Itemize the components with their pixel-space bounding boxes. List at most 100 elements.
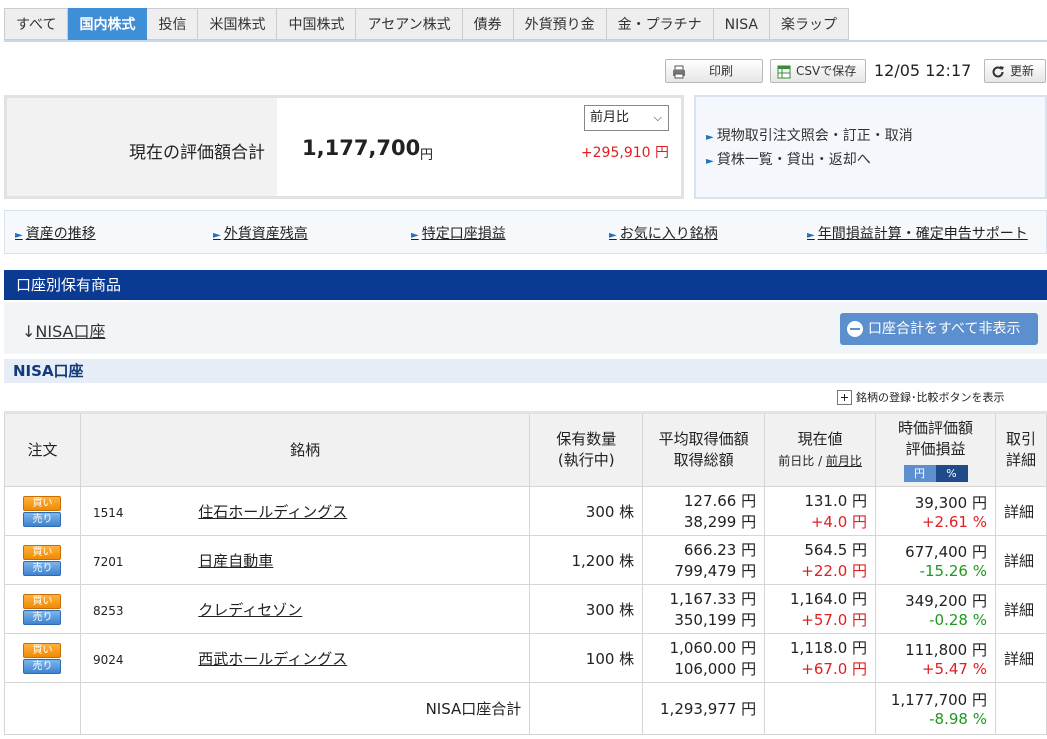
holdings-table: 注文 銘柄 保有数量 (執行中) 平均取得価額 取得総額 現在値 前日比 / 前月比… — [4, 411, 1047, 735]
unit-toggle: 円% — [903, 462, 968, 483]
order-buttons: 買い 売り — [4, 584, 81, 634]
valuation-cell: 349,200 円 -0.28 % — [875, 584, 996, 634]
total-valuation-value: 1,177,700 — [302, 136, 421, 160]
table-row: 買い 売り 9024 西武ホールディングス 100 株 1,060.00 円 10… — [4, 633, 1047, 683]
col-quantity: 保有数量 (執行中) — [529, 412, 644, 487]
stock-cell: 7201 日産自動車 — [79, 535, 531, 585]
current-price-cell: 131.0 円 +4.0 円 — [764, 486, 877, 536]
detail-link[interactable]: 詳細 — [994, 535, 1047, 585]
toggle-percent[interactable]: % — [935, 464, 968, 482]
order-buttons: 買い 売り — [4, 486, 81, 536]
table-row: 買い 売り 8253 クレディセゾン 300 株 1,167.33 円 350,1… — [4, 584, 1047, 634]
sell-button[interactable]: 売り — [23, 560, 62, 576]
tab-rakuwrap[interactable]: 楽ラップ — [769, 8, 849, 40]
stock-lending-link[interactable]: ► 貸株一覧・貸出・返却へ — [706, 149, 1045, 173]
day-change-label: 前日比 — [778, 453, 815, 468]
arrow-right-icon: ► — [807, 230, 815, 241]
stock-name-link[interactable]: 日産自動車 — [198, 552, 273, 570]
favorite-stocks-link[interactable]: ► お気に入り銘柄 — [609, 223, 718, 243]
valuation-cell: 677,400 円 -15.26 % — [875, 535, 996, 585]
tab-all[interactable]: すべて — [4, 8, 69, 40]
order-buttons: 買い 売り — [4, 535, 81, 585]
avg-price-cell: 666.23 円 799,479 円 — [642, 535, 766, 585]
order-inquiry-link[interactable]: ► 現物取引注文照会・訂正・取消 — [706, 125, 1045, 149]
col-name: 銘柄 — [79, 412, 531, 487]
tab-gold-platinum[interactable]: 金・プラチナ — [606, 8, 714, 40]
sell-button[interactable]: 売り — [23, 658, 62, 674]
buy-button[interactable]: 買い — [23, 544, 62, 560]
toggle-yen[interactable]: 円 — [903, 464, 936, 482]
tab-nisa[interactable]: NISA — [713, 8, 770, 40]
tab-asean-stocks[interactable]: アセアン株式 — [356, 8, 463, 40]
comparison-period-select[interactable]: 前月比 ⌵ — [584, 105, 669, 131]
tab-funds[interactable]: 投信 — [147, 8, 199, 40]
asset-history-link[interactable]: ► 資産の推移 — [15, 223, 96, 243]
holding-quantity: 300 株 — [529, 486, 644, 536]
tab-us-stocks[interactable]: 米国株式 — [198, 8, 278, 40]
section-title: 口座別保有商品 — [4, 270, 1047, 300]
refresh-icon — [991, 64, 1005, 78]
comparison-period-value: 前月比 — [590, 110, 630, 125]
refresh-button[interactable]: 更新 — [984, 59, 1046, 83]
valuation-cell: 39,300 円 +2.61 % — [875, 486, 996, 536]
detail-link[interactable]: 詳細 — [994, 584, 1047, 634]
csv-save-button[interactable]: CSVで保存 — [770, 59, 866, 83]
arrow-right-icon: ► — [411, 230, 419, 241]
avg-price-cell: 127.66 円 38,299 円 — [642, 486, 766, 536]
valuation-diff: +295,910 円 — [580, 145, 669, 161]
col-order: 注文 — [4, 412, 81, 487]
holding-quantity: 1,200 株 — [529, 535, 644, 585]
nisa-account-link[interactable]: ↓NISA口座 — [22, 318, 106, 342]
foreign-asset-balance-link[interactable]: ► 外貨資産残高 — [213, 223, 308, 243]
tax-return-support-link[interactable]: ► 年間損益計算・確定申告サポート — [807, 223, 1028, 243]
sell-button[interactable]: 売り — [23, 511, 62, 527]
buy-button[interactable]: 買い — [23, 593, 62, 609]
stock-name-link[interactable]: 西武ホールディングス — [198, 650, 347, 668]
buy-button[interactable]: 買い — [23, 495, 62, 511]
updated-timestamp: 12/05 12:17 — [874, 61, 972, 80]
hide-all-account-totals-button[interactable]: 口座合計をすべて非表示 — [840, 313, 1038, 345]
valuation-cell: 111,800 円 +5.47 % — [875, 633, 996, 683]
csv-save-label: CSVで保存 — [796, 64, 857, 78]
chevron-down-icon: ⌵ — [653, 111, 662, 124]
tab-bonds[interactable]: 債券 — [462, 8, 514, 40]
table-row: 買い 売り 7201 日産自動車 1,200 株 666.23 円 799,479… — [4, 535, 1047, 585]
buy-button[interactable]: 買い — [23, 642, 62, 658]
tab-china-stocks[interactable]: 中国株式 — [277, 8, 357, 40]
col-current-price: 現在値 前日比 / 前月比 — [764, 412, 877, 487]
holding-quantity: 300 株 — [529, 584, 644, 634]
avg-price-cell: 1,060.00 円 106,000 円 — [642, 633, 766, 683]
current-price-cell: 1,164.0 円 +57.0 円 — [764, 584, 877, 634]
arrow-right-icon: ► — [15, 230, 23, 241]
show-compare-buttons-toggle[interactable]: 銘柄の登録･比較ボタンを表示 — [837, 389, 1005, 405]
stock-name-link[interactable]: クレディセゾン — [198, 601, 302, 619]
current-price-cell: 1,118.0 円 +67.0 円 — [764, 633, 877, 683]
stock-code: 7201 — [92, 554, 124, 569]
tab-domestic-stocks[interactable]: 国内株式 — [68, 8, 148, 40]
minus-circle-icon — [847, 321, 863, 337]
stock-cell: 1514 住石ホールディングス — [79, 486, 531, 536]
total-valuation-unit: 円 — [420, 148, 434, 163]
specific-account-pl-link[interactable]: ► 特定口座損益 — [411, 223, 506, 243]
stock-code: 9024 — [92, 652, 124, 667]
print-button[interactable]: 印刷 — [665, 59, 763, 83]
order-links-panel: ► 現物取引注文照会・訂正・取消 ► 貸株一覧・貸出・返却へ — [694, 95, 1047, 199]
holding-quantity: 100 株 — [529, 633, 644, 683]
print-label: 印刷 — [709, 64, 734, 78]
sell-button[interactable]: 売り — [23, 609, 62, 625]
stock-name-link[interactable]: 住石ホールディングス — [198, 503, 347, 521]
refresh-label: 更新 — [1010, 64, 1035, 78]
arrow-right-icon: ► — [706, 156, 714, 167]
detail-link[interactable]: 詳細 — [994, 633, 1047, 683]
tab-underline — [4, 40, 1047, 42]
detail-link[interactable]: 詳細 — [994, 486, 1047, 536]
valuation-value-box: 1,177,700 円 前月比 ⌵ +295,910 円 — [277, 98, 681, 196]
tab-bar: すべて 国内株式 投信 米国株式 中国株式 アセアン株式 債券 外貨預り金 金・… — [4, 8, 849, 40]
month-change-link[interactable]: 前月比 — [826, 454, 862, 468]
stock-code: 8253 — [92, 603, 124, 618]
arrow-right-icon: ► — [609, 230, 617, 241]
table-row: 買い 売り 1514 住石ホールディングス 300 株 127.66 円 38,2… — [4, 486, 1047, 536]
col-valuation: 時価評価額 評価損益 円% — [875, 412, 996, 487]
order-buttons: 買い 売り — [4, 633, 81, 683]
tab-foreign-deposits[interactable]: 外貨預り金 — [513, 8, 607, 40]
